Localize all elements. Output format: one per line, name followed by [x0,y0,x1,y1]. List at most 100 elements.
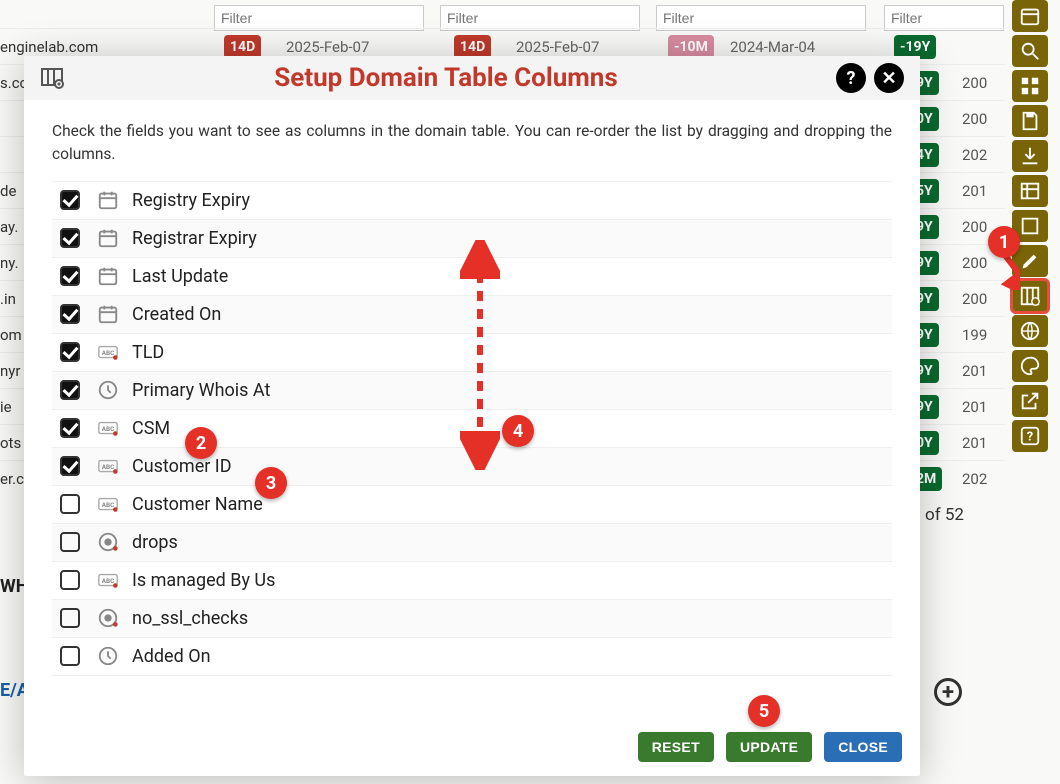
column-label: CSM [132,418,170,439]
column-item[interactable]: ABC Is managed By Us [52,562,892,600]
toolbar-download-icon[interactable] [1012,140,1048,172]
text-icon: ABC [96,568,120,592]
badge: 14D [454,35,491,59]
modal-help-button[interactable]: ? [836,63,866,93]
num-cell: 201 [962,182,987,200]
text-icon: ABC [96,454,120,478]
num-cell: 200 [962,110,987,128]
column-checkbox[interactable] [60,646,80,666]
svg-text:ABC: ABC [102,463,115,471]
column-checkbox[interactable] [60,342,80,362]
num-cell: 200 [962,290,987,308]
modal-description: Check the fields you want to see as colu… [52,120,892,167]
text-icon: ABC [96,340,120,364]
right-toolbar: ? [1012,0,1052,452]
modal-footer: RESET UPDATE CLOSE [24,718,920,776]
clock-icon [96,378,120,402]
column-checkbox[interactable] [60,266,80,286]
calendar-icon [96,302,120,326]
column-label: Last Update [132,266,228,287]
column-label: Registry Expiry [132,190,250,211]
column-item[interactable]: no_ssl_checks [52,600,892,638]
calendar-icon [96,226,120,250]
annotation-marker-2: 2 [185,427,217,459]
column-checkbox[interactable] [60,608,80,628]
column-checkbox[interactable] [60,228,80,248]
calendar-icon [96,188,120,212]
column-label: drops [132,532,178,553]
domain-fragment: er.c [0,470,24,488]
column-checkbox[interactable] [60,494,80,514]
date-cell: 2024-Mar-04 [730,38,815,56]
clock-icon [96,644,120,668]
num-cell: 201 [962,398,987,416]
domain-fragment: .in [0,290,16,308]
domain-fragment: de [0,182,16,200]
update-button[interactable]: UPDATE [726,732,812,762]
column-label: Primary Whois At [132,380,270,401]
num-cell: 202 [962,146,987,164]
badge: -19Y [894,35,936,59]
column-label: Created On [132,304,221,325]
column-checkbox[interactable] [60,190,80,210]
toolbar-palette-icon[interactable] [1012,350,1048,382]
domain-fragment: ie [0,398,12,416]
modal-title: Setup Domain Table Columns [64,63,828,93]
annotation-marker-1: 1 [988,226,1020,258]
radio-icon [96,530,120,554]
toolbar-external-icon[interactable] [1012,385,1048,417]
column-checkbox[interactable] [60,570,80,590]
column-checkbox[interactable] [60,418,80,438]
column-item[interactable]: ABC Customer Name [52,486,892,524]
domain-fragment: enginelab.com [0,38,98,56]
svg-text:?: ? [1027,430,1033,445]
reset-button[interactable]: RESET [638,732,714,762]
add-button[interactable]: + [934,678,962,706]
text-icon: ABC [96,416,120,440]
annotation-marker-5: 5 [748,695,780,727]
modal-header: Setup Domain Table Columns ? ✕ [24,56,920,100]
date-cell: 2025-Feb-07 [286,38,369,56]
column-item[interactable]: Added On [52,638,892,676]
column-checkbox[interactable] [60,532,80,552]
toolbar-help-icon[interactable]: ? [1012,420,1048,452]
column-item[interactable]: Registry Expiry [52,182,892,220]
badge: 14D [224,35,261,59]
annotation-drag-arrow [460,240,500,470]
svg-text:ABC: ABC [102,349,115,357]
toolbar-table-icon[interactable] [1012,175,1048,207]
annotation-marker-4: 4 [502,415,534,447]
toolbar-grid-icon[interactable] [1012,70,1048,102]
domain-fragment: ay. [0,218,18,236]
column-label: Registrar Expiry [132,228,257,249]
close-button[interactable]: CLOSE [824,732,902,762]
toolbar-calendar-icon[interactable] [1012,0,1048,32]
num-cell: 201 [962,362,987,380]
modal-close-button[interactable]: ✕ [874,63,904,93]
calendar-icon [96,264,120,288]
column-checkbox[interactable] [60,456,80,476]
radio-icon [96,606,120,630]
column-label: no_ssl_checks [132,608,248,629]
column-label: Customer ID [132,456,232,477]
svg-text:ABC: ABC [102,577,115,585]
columns-icon [40,66,64,90]
toolbar-globe-icon[interactable] [1012,315,1048,347]
column-item[interactable]: drops [52,524,892,562]
text-icon: ABC [96,492,120,516]
domain-fragment: om [0,326,22,344]
column-checkbox[interactable] [60,380,80,400]
svg-text:ABC: ABC [102,501,115,509]
column-checkbox[interactable] [60,304,80,324]
toolbar-save-icon[interactable] [1012,105,1048,137]
column-label: Is managed By Us [132,570,275,591]
domain-fragment: ots [0,434,21,452]
svg-text:ABC: ABC [102,425,115,433]
toolbar-search-icon[interactable] [1012,35,1048,67]
annotation-marker-3: 3 [255,467,287,499]
date-cell: 2025-Feb-07 [516,38,599,56]
num-cell: 201 [962,434,987,452]
domain-fragment: ny. [0,254,19,272]
column-label: Added On [132,646,211,667]
column-label: Customer Name [132,494,263,515]
